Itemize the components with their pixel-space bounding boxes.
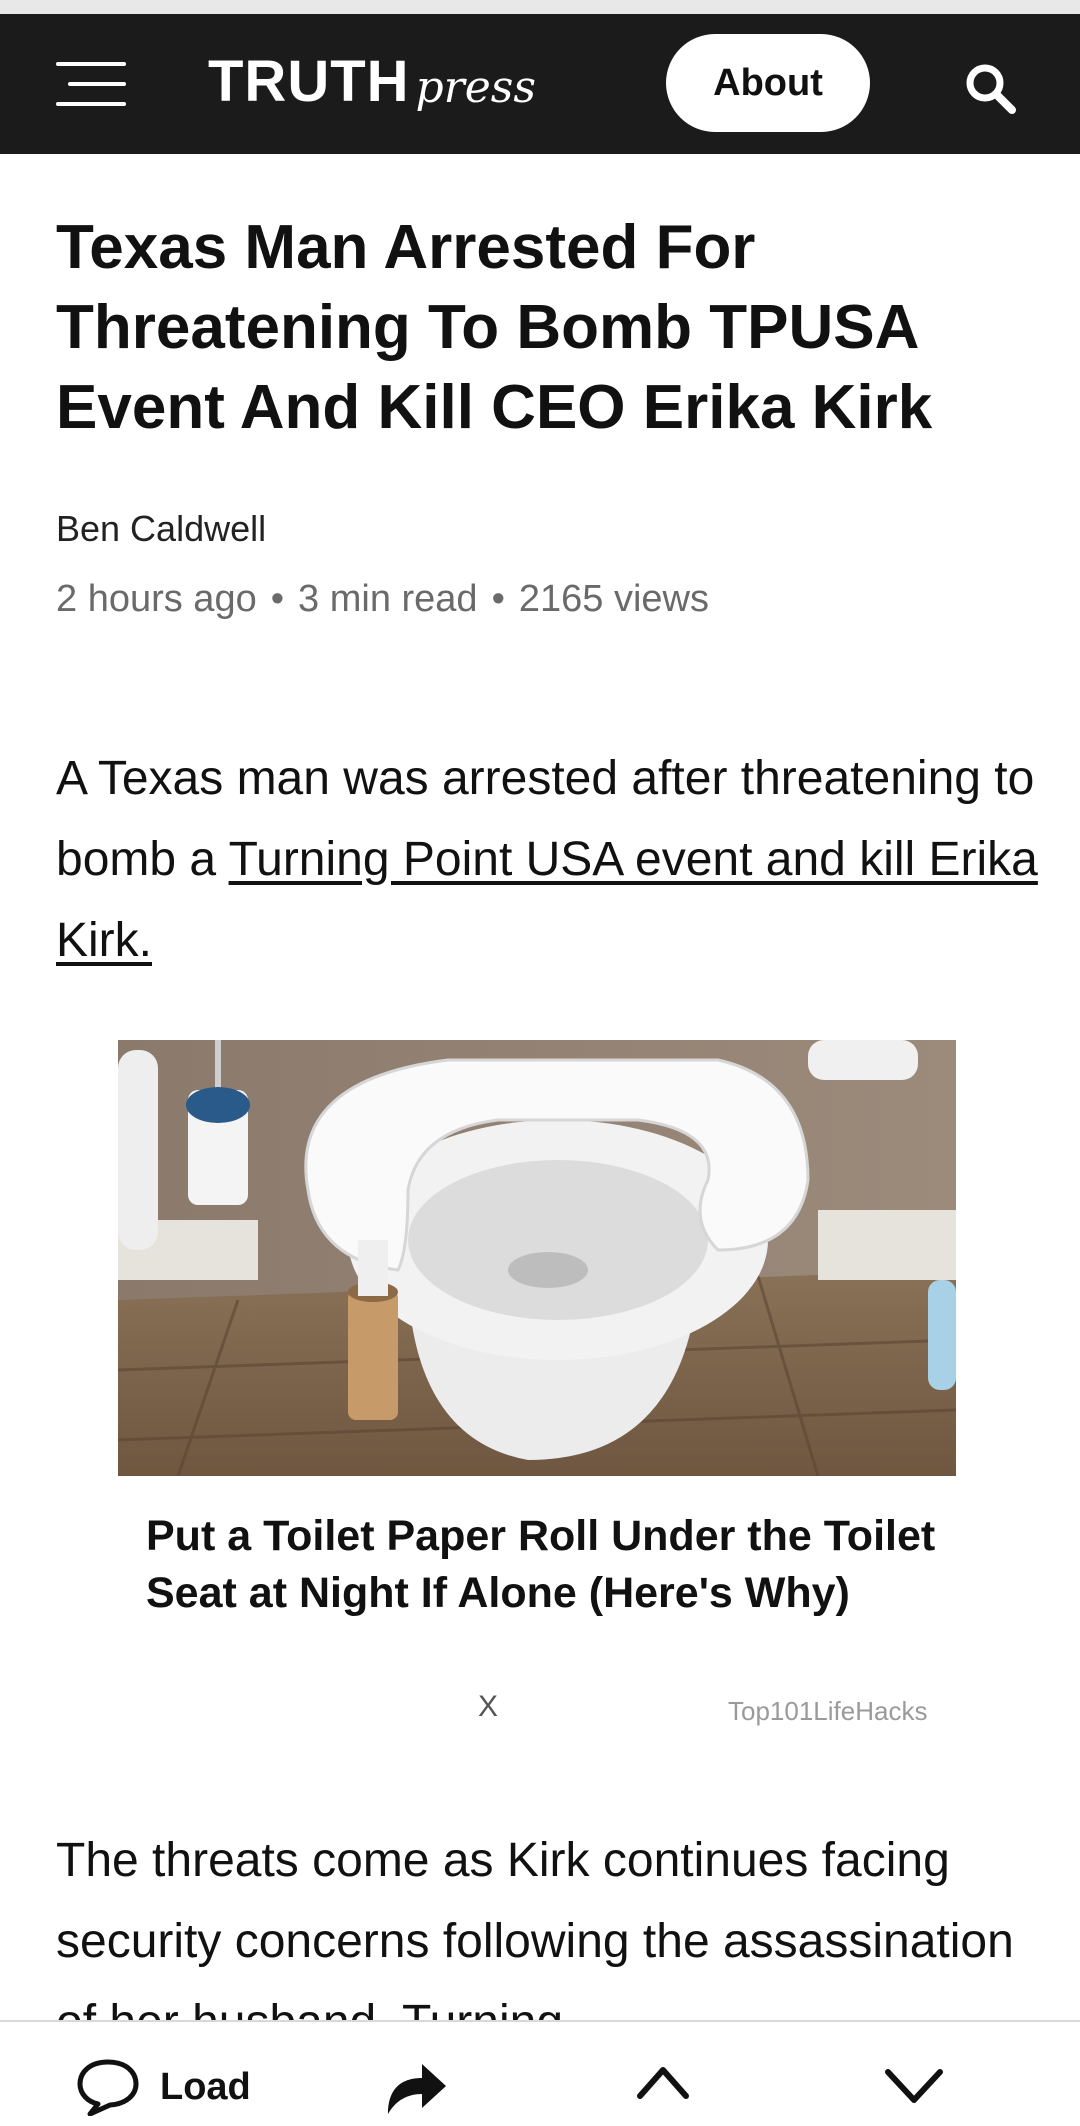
article-meta: 2 hours ago • 3 min read • 2165 views [56, 578, 709, 621]
status-strip [0, 0, 1080, 14]
meta-separator: • [270, 578, 285, 620]
ad-image[interactable] [118, 1040, 956, 1476]
site-header: TRUTH press About [0, 14, 1080, 154]
chevron-down-icon[interactable] [884, 2062, 944, 2106]
meta-separator: • [491, 578, 505, 620]
ad-close-button[interactable]: X [478, 1690, 498, 1724]
site-logo[interactable]: TRUTH press [208, 48, 536, 128]
chevron-up-icon[interactable] [636, 2062, 690, 2102]
share-icon[interactable] [384, 2056, 448, 2116]
comment-bubble-icon [77, 2059, 139, 2116]
bottom-action-bar: Load [0, 2020, 1080, 2126]
article-author[interactable]: Ben Caldwell [56, 508, 266, 550]
load-label: Load [160, 2066, 251, 2108]
about-button[interactable]: About [666, 34, 870, 132]
article-headline: Texas Man Arrested For Threatening To Bo… [56, 213, 933, 442]
hamburger-menu-icon[interactable] [56, 60, 126, 110]
ad-source[interactable]: Top101LifeHacks [728, 1696, 927, 1727]
article-read-time: 3 min read [298, 578, 478, 620]
ad-title[interactable]: Put a Toilet Paper Roll Under the Toilet… [146, 1508, 946, 1622]
article-time-ago: 2 hours ago [56, 578, 257, 620]
article-paragraph: A Texas man was arrested after threateni… [56, 738, 1040, 981]
search-icon[interactable] [962, 60, 1018, 116]
logo-wordmark: TRUTH [208, 49, 410, 114]
article-views: 2165 views [518, 578, 710, 620]
logo-script-text: press [415, 62, 536, 113]
